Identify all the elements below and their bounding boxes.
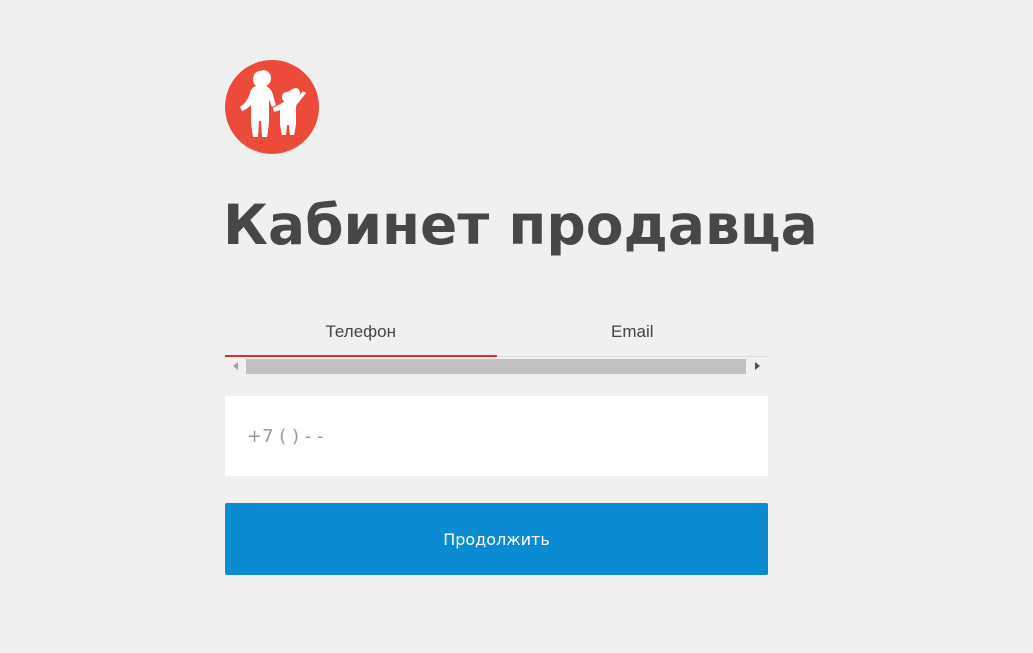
family-silhouette-logo-icon — [225, 60, 319, 154]
horizontal-scrollbar[interactable] — [225, 357, 768, 375]
scrollbar-thumb[interactable] — [246, 359, 746, 374]
scroll-left-arrow-icon[interactable] — [233, 362, 238, 370]
phone-input[interactable] — [225, 396, 768, 476]
tab-phone[interactable]: Телефон — [225, 315, 497, 357]
login-container: Кабинет продавца Телефон Email Продолжит… — [223, 60, 818, 575]
login-method-tabs: Телефон Email — [225, 315, 768, 357]
continue-button[interactable]: Продолжить — [225, 503, 768, 575]
page-title: Кабинет продавца — [223, 193, 818, 257]
scroll-right-arrow-icon[interactable] — [755, 362, 760, 370]
tab-email[interactable]: Email — [497, 315, 769, 356]
